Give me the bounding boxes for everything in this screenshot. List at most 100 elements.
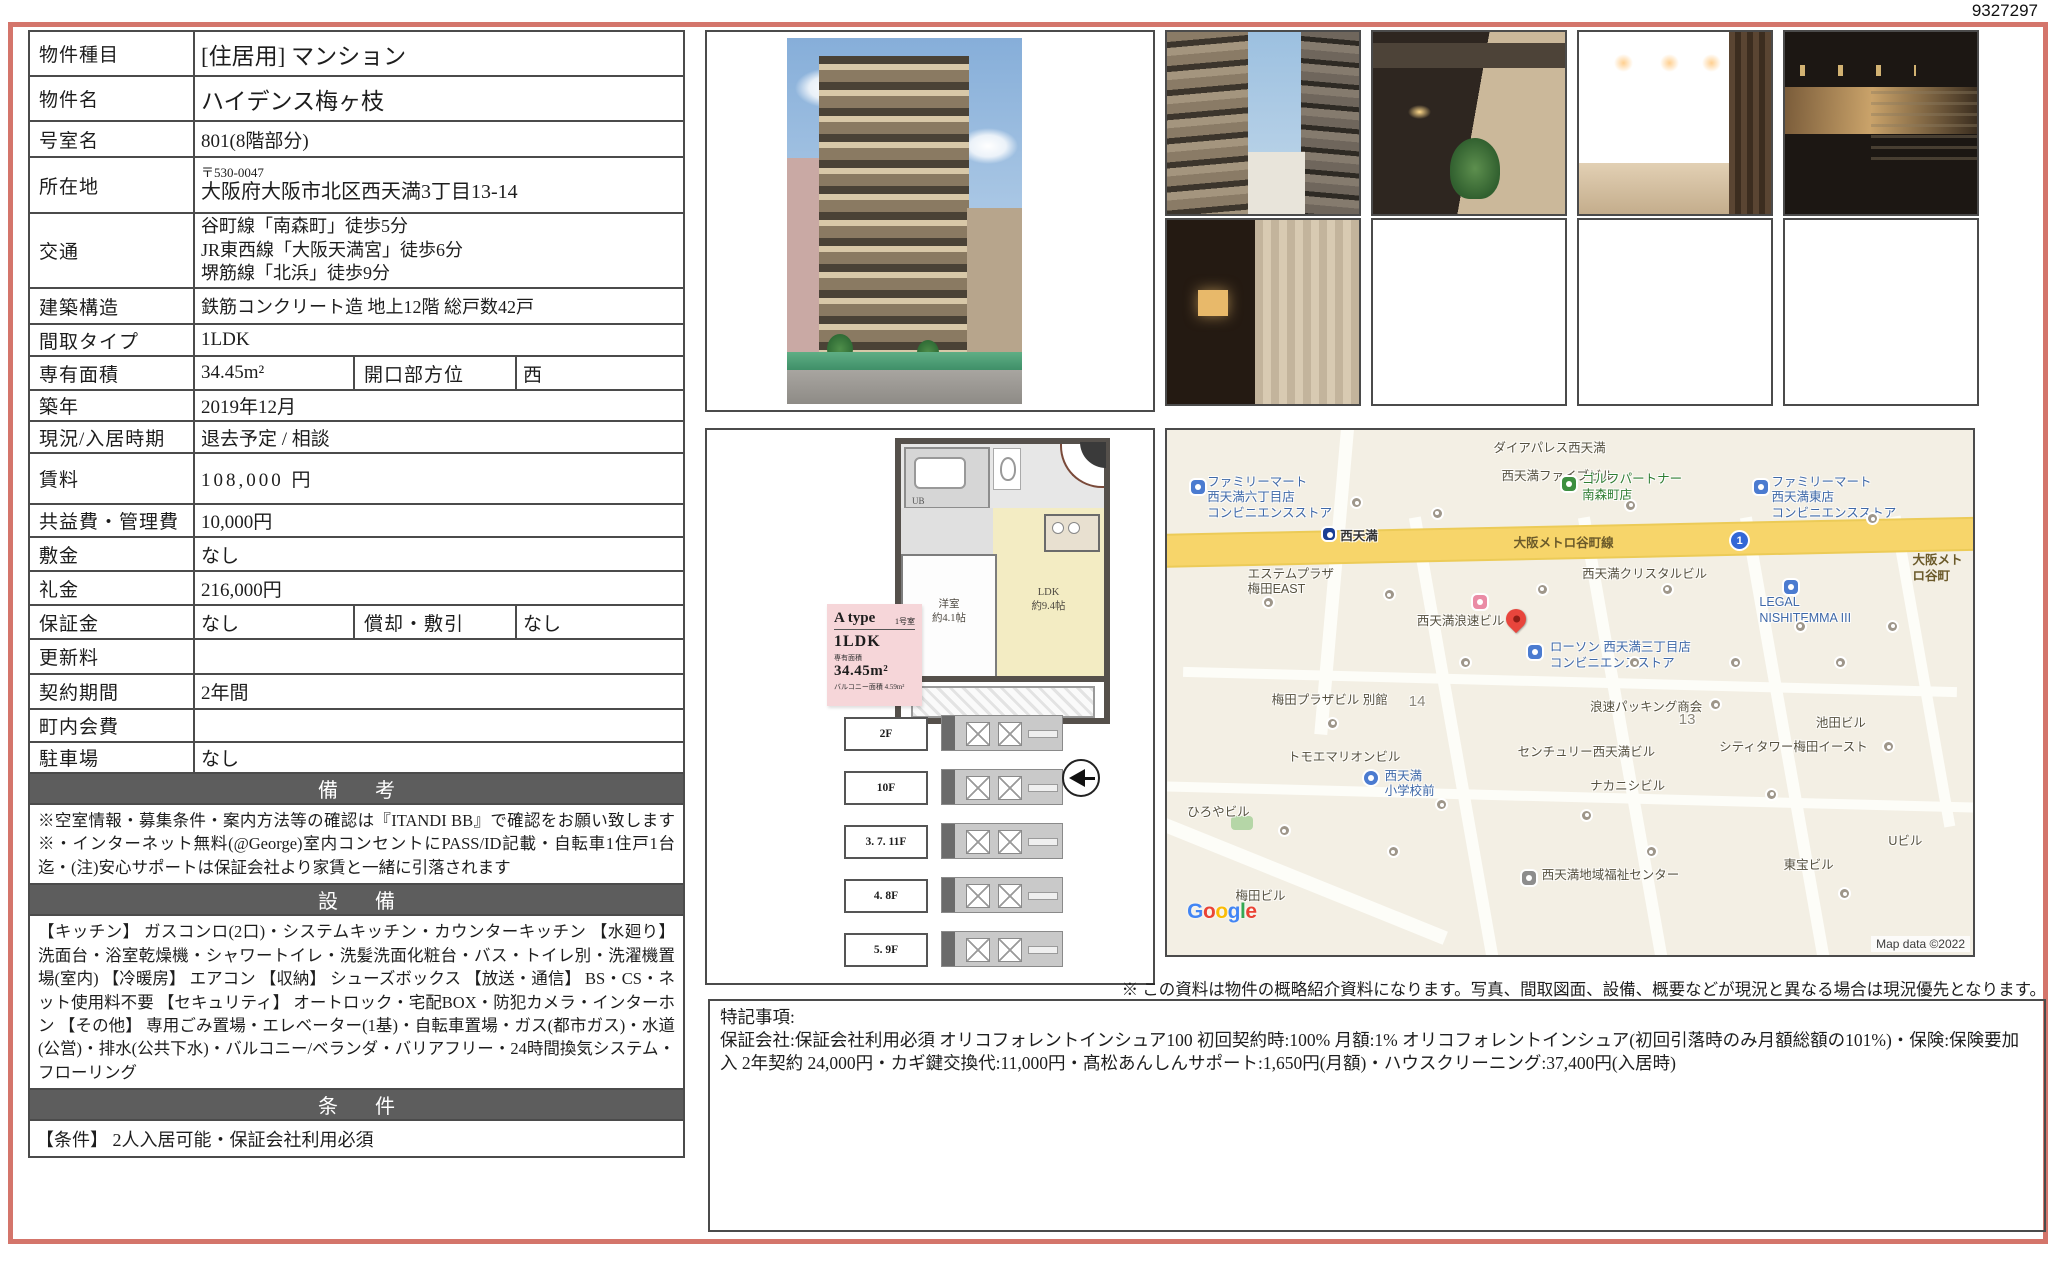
map-label: ダイアパレス西天満 (1493, 441, 1605, 457)
toilet-room (993, 448, 1021, 490)
unit-type-card: A type 1号室 1LDK 専有面積 34.45m² バルコニー面積 4.5… (827, 604, 922, 706)
access-line: JR東西線「大阪天満宮」徒歩6分 (201, 239, 677, 262)
row-value: 801(8階部分) (194, 121, 684, 157)
room-no-label: 1号室 (895, 616, 915, 627)
table-row: 契約期間2年間 (29, 674, 684, 709)
metro-station-icon (1323, 528, 1335, 540)
disclaimer-note: ※ この資料は物件の概略紹介資料になります。写真、間取図面、設備、概要などが現況… (716, 976, 2046, 1000)
table-row: 物件名ハイデンス梅ヶ枝 (29, 76, 684, 121)
building-exterior-photo (787, 38, 1022, 404)
map-pin-icon (1731, 658, 1740, 667)
section-header-joken: 条 件 (29, 1089, 684, 1120)
map-attribution: Map data ©2022 (1871, 936, 1970, 952)
table-row: 礼金216,000円 (29, 571, 684, 605)
facility-icon (1522, 871, 1536, 885)
table-row: 所在地 〒530-0047 大阪府大阪市北区西天満3丁目13-14 (29, 157, 684, 213)
floor-strip-diagram (941, 823, 1063, 859)
table-row: ※空室情報・募集条件・案内方法等の確認は『ITANDI BB』で確認をお願い致し… (29, 804, 684, 884)
map-label: 東宝ビル (1784, 858, 1834, 874)
map-pin-icon (1884, 742, 1893, 751)
row-label: 号室名 (29, 121, 194, 157)
photo-corridor (1783, 30, 1979, 216)
ldk-label: LDK 約9.4帖 (993, 586, 1104, 613)
balcony (911, 686, 1095, 718)
section-header-setsubi: 設 備 (29, 884, 684, 915)
convenience-store-icon (1528, 645, 1542, 659)
table-row: 交通 谷町線「南森町」徒歩5分 JR東西線「大阪天満宮」徒歩6分 堺筋線「北浜」… (29, 213, 684, 288)
map-label: シティタワー梅田イースト (1719, 740, 1868, 756)
empty-photo-box (1371, 218, 1567, 406)
row-label: 建築構造 (29, 288, 194, 324)
row-label: 礼金 (29, 571, 194, 605)
compass-icon (1062, 759, 1100, 797)
map-label: センチュリー西天満ビル (1518, 745, 1656, 761)
map-label: Uビル (1888, 834, 1922, 850)
floor-box: 4. 8F (844, 879, 928, 913)
map-pin-icon (1538, 585, 1547, 594)
row-value: なし (194, 605, 354, 639)
map-label: ローソン 西天満三丁目店 コンビニエンスストア (1550, 640, 1691, 671)
serial-number: 9327297 (1972, 1, 2038, 21)
main-photo-box (705, 30, 1155, 412)
address: 大阪府大阪市北区西天満3丁目13-14 (201, 181, 677, 204)
row-value: 1LDK (194, 324, 684, 356)
hotel-icon (1473, 595, 1487, 609)
map-pin-icon (1840, 889, 1849, 898)
floorplan-panel: UB LDK 約9.4帖 洋室 約4.1帖 A type 1号室 1LDK 専有… (705, 428, 1155, 985)
row-value: 谷町線「南森町」徒歩5分 JR東西線「大阪天満宮」徒歩6分 堺筋線「北浜」徒歩9… (194, 213, 684, 288)
floorplan-drawing: UB LDK 約9.4帖 洋室 約4.1帖 (895, 438, 1110, 724)
table-row: 更新料 (29, 639, 684, 674)
special-notes-title: 特記事項: (720, 1006, 2034, 1029)
row-label: 敷金 (29, 537, 194, 571)
bus-stop-icon (1364, 771, 1378, 785)
floor-strip-diagram (941, 715, 1063, 751)
row-label: 保証金 (29, 605, 194, 639)
map-pin-icon (1836, 658, 1845, 667)
madori-label: 1LDK (834, 633, 915, 651)
floor-strip-diagram (941, 877, 1063, 913)
floor-strip-diagram (941, 931, 1063, 967)
row-value: 34.45m² (194, 356, 354, 390)
row-label: 駐車場 (29, 742, 194, 773)
row-label: 築年 (29, 390, 194, 421)
listing-sheet: 9327297 物件種目[住居用] マンション 物件名ハイデンス梅ヶ枝 号室名8… (0, 0, 2056, 1265)
map-label: 西天満クリスタルビル (1582, 567, 1707, 583)
row-label: 償却・敷引 (354, 605, 516, 639)
row-label: 専有面積 (29, 356, 194, 390)
row-label: 共益費・管理費 (29, 504, 194, 537)
rent-value: 108,000 円 (194, 453, 684, 504)
row-label: 物件名 (29, 76, 194, 121)
hallway (901, 508, 993, 554)
photo-entrance (1371, 30, 1567, 216)
table-row: 号室名801(8階部分) (29, 121, 684, 157)
convenience-store-icon (1754, 480, 1768, 494)
kitchen-counter (1044, 514, 1100, 552)
type-label: A type (834, 610, 875, 627)
empty-photo-box (1783, 218, 1979, 406)
map-label: 梅田プラザビル 別館 (1272, 693, 1388, 709)
map-label: ゴルフパートナー 南森町店 (1582, 472, 1682, 503)
map-pin-icon (1626, 501, 1635, 510)
row-value: 216,000円 (194, 571, 684, 605)
photo-building-upview (1165, 30, 1361, 216)
area-caption: 専有面積 (834, 653, 915, 663)
special-notes-body: 保証会社:保証会社利用必須 オリコフォレントインシュア100 初回契約時:100… (720, 1029, 2034, 1075)
map-label: LEGAL NISHITEMMA III (1759, 595, 1851, 626)
table-row: 築年2019年12月 (29, 390, 684, 421)
row-value: なし (194, 742, 684, 773)
map-label: エステムプラザ 梅田EAST (1248, 567, 1334, 598)
property-table: 物件種目[住居用] マンション 物件名ハイデンス梅ヶ枝 号室名801(8階部分)… (28, 30, 685, 1158)
postal-code: 〒530-0047 (201, 166, 677, 180)
map-label: 13 (1679, 711, 1696, 730)
map-pin-icon (1280, 826, 1289, 835)
row-value (194, 709, 684, 742)
row-value: [住居用] マンション (194, 31, 684, 76)
row-value: 10,000円 (194, 504, 684, 537)
map-pin-icon (1328, 719, 1337, 728)
row-label: 賃料 (29, 453, 194, 504)
row-value: なし (516, 605, 684, 639)
row-value: 退去予定 / 相談 (194, 421, 684, 453)
map-label: 池田ビル (1816, 716, 1866, 732)
map-pin-icon (1582, 811, 1591, 820)
joken-text: 【条件】 2人入居可能・保証会社利用必須 (29, 1120, 684, 1157)
